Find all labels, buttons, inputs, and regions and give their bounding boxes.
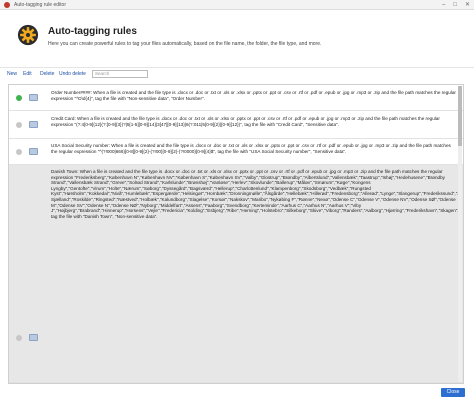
scrollbar-thumb[interactable] — [458, 86, 462, 146]
header — [0, 11, 474, 63]
rules-list[interactable]: Order Number####: When a file is created… — [8, 84, 464, 384]
scrollbar[interactable] — [458, 86, 462, 382]
rule-row-usa-social-security[interactable]: USA Social Security number: When a file … — [9, 139, 463, 165]
window-titlebar: Auto-tagging rule editor – □ ✕ — [0, 0, 474, 10]
app-icon — [4, 1, 10, 8]
rule-row-credit-card[interactable]: Credit Card: When a file is created and … — [9, 111, 463, 139]
delete-button[interactable]: Delete — [40, 71, 54, 77]
new-button[interactable]: New — [7, 71, 17, 77]
page-description: Here you can create powerful rules to ta… — [48, 41, 322, 47]
close-window-icon[interactable]: ✕ — [465, 1, 470, 9]
close-button[interactable]: Close — [441, 388, 465, 397]
search-input[interactable]: Search — [92, 70, 148, 78]
rule-description: Danish Town: When a file is created and … — [51, 169, 458, 219]
undo-delete-button[interactable]: Undo delete — [59, 71, 86, 77]
minimize-icon[interactable]: – — [442, 1, 445, 9]
disabled-status-icon[interactable] — [16, 122, 22, 128]
edit-button[interactable]: Edit — [23, 71, 32, 77]
enabled-status-icon[interactable] — [16, 95, 22, 101]
gear-icon — [17, 24, 39, 46]
rule-icon — [29, 94, 38, 101]
rule-description: Order Number####: When a file is created… — [51, 90, 456, 101]
maximize-icon[interactable]: □ — [453, 1, 457, 9]
rule-description: USA Social Security number: When a file … — [51, 143, 451, 154]
page-title: Auto-tagging rules — [48, 26, 137, 37]
window-title: Auto-tagging rule editor — [14, 1, 66, 8]
rule-row-danish-town[interactable]: Danish Town: When a file is created and … — [9, 165, 463, 383]
rule-description: Credit Card: When a file is created and … — [51, 116, 440, 127]
rule-icon — [29, 334, 38, 341]
disabled-status-icon[interactable] — [16, 335, 22, 341]
disabled-status-icon[interactable] — [16, 149, 22, 155]
window-controls: – □ ✕ — [442, 1, 470, 9]
rule-row-order-number[interactable]: Order Number####: When a file is created… — [9, 85, 463, 111]
rule-icon — [29, 148, 38, 155]
toolbar: New Edit Delete Undo delete Search — [0, 67, 474, 79]
rule-icon — [29, 121, 38, 128]
